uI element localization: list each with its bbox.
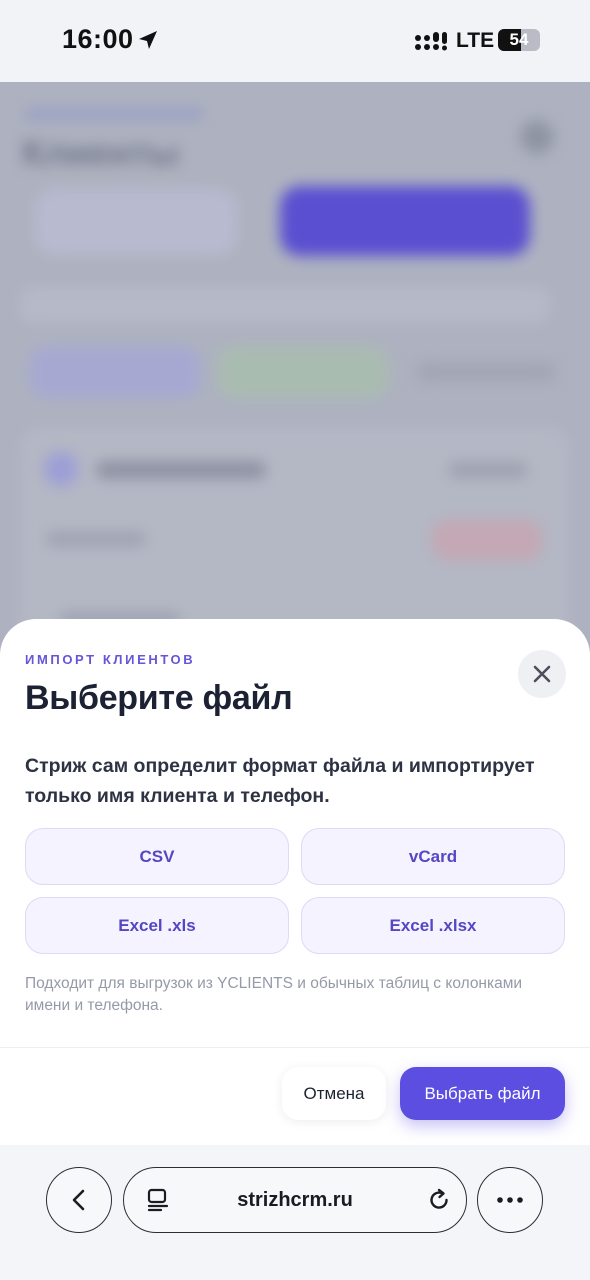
bg-avatar — [44, 452, 78, 486]
choose-file-button[interactable]: Выбрать файл — [400, 1067, 565, 1120]
sheet-divider — [0, 1047, 590, 1048]
reload-icon[interactable] — [426, 1187, 452, 1213]
bg-settings-icon — [520, 120, 554, 154]
bg-primary-button — [280, 186, 530, 256]
network-type-label: LTE — [456, 29, 495, 52]
status-bar: 16:00 LTE 54 — [0, 0, 590, 82]
battery-percent: 54 — [509, 30, 529, 49]
close-button[interactable] — [518, 650, 566, 698]
bg-breadcrumb — [24, 108, 204, 120]
more-menu-button[interactable] — [477, 1167, 543, 1233]
chevron-left-icon — [72, 1189, 85, 1211]
bg-secondary-button — [36, 190, 236, 254]
bg-page-title: Клиенты — [22, 132, 180, 173]
format-xls-button[interactable]: Excel .xls — [25, 897, 289, 954]
status-time: 16:00 — [62, 24, 134, 54]
back-button[interactable] — [46, 1167, 112, 1233]
sheet-description: Стриж сам определит формат файла и импор… — [25, 755, 535, 807]
bg-status-badge — [432, 520, 542, 560]
battery-icon: 54 — [498, 29, 540, 51]
sheet-eyebrow: ИМПОРТ КЛИЕНТОВ — [25, 652, 196, 667]
bg-filter-chip — [218, 347, 388, 397]
cancel-button[interactable]: Отмена — [282, 1067, 386, 1120]
format-csv-button[interactable]: CSV — [25, 828, 289, 885]
address-bar[interactable]: strizhcrm.ru — [123, 1167, 467, 1233]
sheet-title: Выберите файл — [25, 679, 293, 717]
more-dots-icon — [497, 1197, 523, 1203]
background-app-blurred: Клиенты — [0, 82, 590, 642]
bg-text-line — [46, 532, 146, 546]
format-vcard-button[interactable]: vCard — [301, 828, 565, 885]
cellular-signal-icon — [415, 32, 447, 51]
bg-filter-chip — [30, 347, 200, 397]
close-icon — [533, 665, 551, 683]
format-xlsx-button[interactable]: Excel .xlsx — [301, 897, 565, 954]
sheet-hint: Подходит для выгрузок из YCLIENTS и обыч… — [25, 975, 523, 1014]
url-text: strizhcrm.ru — [237, 1189, 353, 1211]
location-arrow-icon — [139, 31, 157, 49]
browser-toolbar: strizhcrm.ru — [0, 1145, 590, 1280]
bg-text-line — [448, 462, 528, 478]
bg-filter-chip — [416, 362, 556, 382]
bg-text-line — [96, 462, 266, 478]
bg-search-field — [20, 287, 550, 323]
